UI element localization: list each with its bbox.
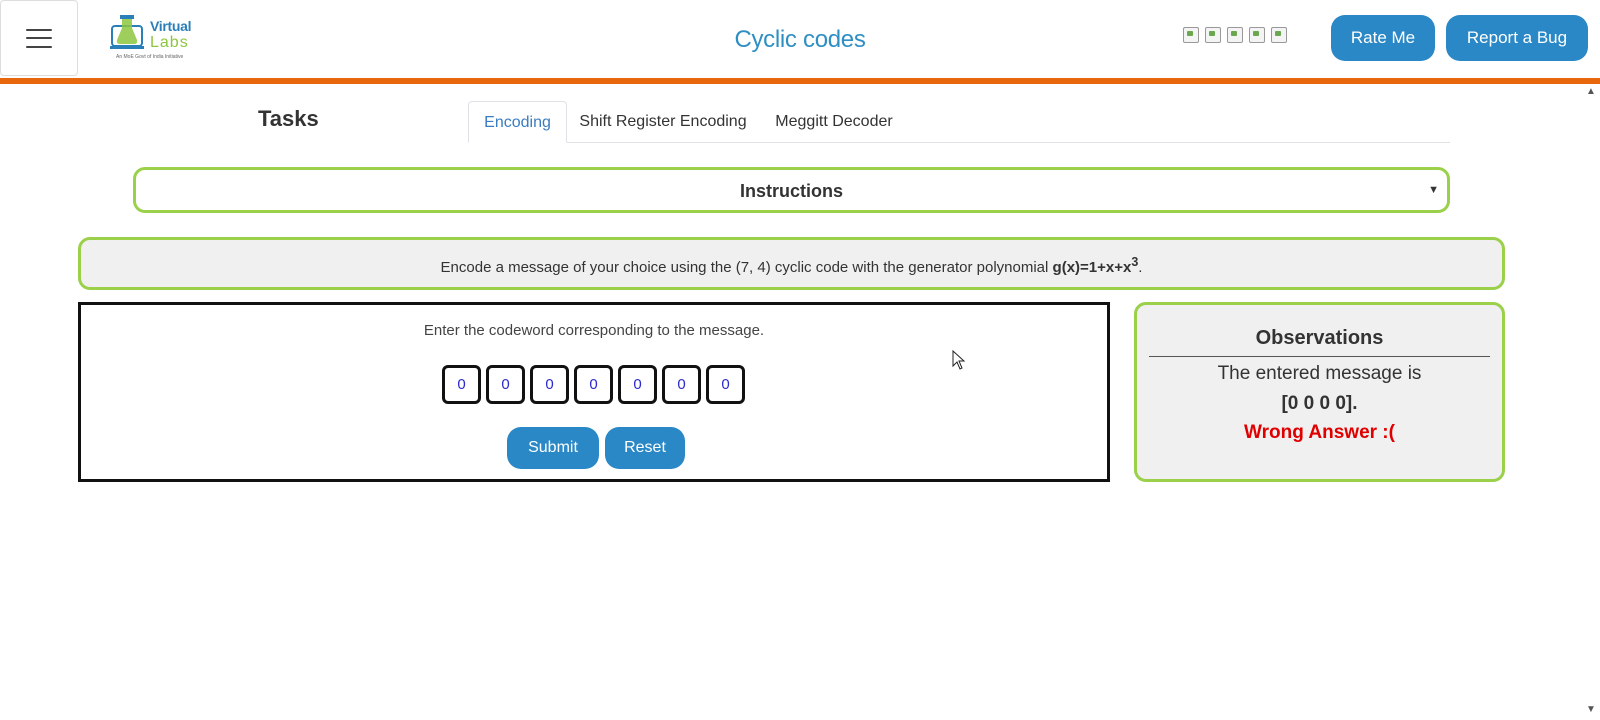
observations-result: Wrong Answer :( — [1244, 422, 1395, 443]
tab-shift-register-encoding[interactable]: Shift Register Encoding — [574, 101, 752, 143]
tab-encoding[interactable]: Encoding — [468, 101, 567, 143]
codeword-prompt: Enter the codeword corresponding to the … — [423, 322, 765, 339]
caret-down-icon: ▼ — [1428, 184, 1439, 196]
codeword-bit-input[interactable] — [706, 365, 745, 404]
instructions-dropdown[interactable]: Instructions ▼ — [133, 167, 1450, 213]
codeword-bit-input[interactable] — [442, 365, 481, 404]
observations-title: Observations — [1255, 327, 1384, 349]
observations-message-value: [0 0 0 0]. — [1281, 393, 1358, 414]
instructions-label: Instructions — [739, 181, 843, 201]
rating-stars[interactable] — [1183, 27, 1287, 43]
scroll-up-arrow-icon[interactable]: ▲ — [1586, 86, 1596, 97]
rate-me-button[interactable]: Rate Me — [1331, 15, 1435, 61]
rating-star-icon[interactable] — [1205, 27, 1221, 43]
top-navbar: Virtual Labs An MoE Govt of India Initia… — [0, 0, 1600, 84]
scroll-down-arrow-icon[interactable]: ▼ — [1586, 704, 1596, 715]
problem-text-intro: Encode a message of your choice using th… — [440, 259, 1053, 276]
reset-button[interactable]: Reset — [605, 427, 685, 469]
rating-star-icon[interactable] — [1227, 27, 1243, 43]
codeword-bit-input[interactable] — [662, 365, 701, 404]
report-bug-button[interactable]: Report a Bug — [1446, 15, 1588, 61]
rating-star-icon[interactable] — [1183, 27, 1199, 43]
codeword-bit-input[interactable] — [486, 365, 525, 404]
observations-divider — [1149, 356, 1490, 357]
logo-tagline: An MoE Govt of India Initiative — [116, 54, 184, 60]
codeword-bit-inputs — [442, 365, 745, 404]
mouse-cursor-icon — [952, 350, 966, 370]
observations-message-label: The entered message is — [1217, 363, 1422, 384]
codeword-bit-input[interactable] — [530, 365, 569, 404]
problem-text-end: . — [1138, 259, 1143, 276]
problem-statement: Encode a message of your choice using th… — [78, 237, 1505, 290]
rating-star-icon[interactable] — [1249, 27, 1265, 43]
tasks-heading: Tasks — [258, 106, 319, 131]
codeword-bit-input[interactable] — [618, 365, 657, 404]
codeword-bit-input[interactable] — [574, 365, 613, 404]
task-tabs: Encoding Shift Register Encoding Meggitt… — [468, 101, 1450, 143]
rating-star-icon[interactable] — [1271, 27, 1287, 43]
observations-panel: Observations The entered message is [0 0… — [1134, 302, 1505, 482]
generator-polynomial: g(x)=1+x+x3 — [1052, 255, 1139, 276]
problem-text: Encode a message of your choice using th… — [81, 255, 1502, 276]
tab-meggitt-decoder[interactable]: Meggitt Decoder — [766, 101, 902, 143]
codeword-panel: Enter the codeword corresponding to the … — [78, 302, 1110, 482]
submit-button[interactable]: Submit — [507, 427, 599, 469]
